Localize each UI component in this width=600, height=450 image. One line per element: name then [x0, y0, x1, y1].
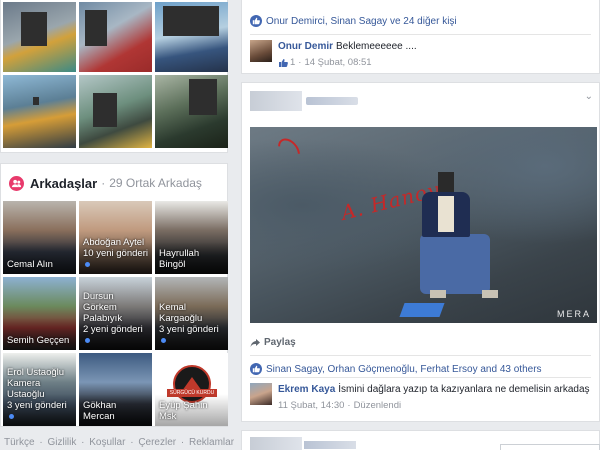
friends-card: Arkadaşlar · 29 Ortak Arkadaş Cemal Alın… [0, 163, 228, 427]
comment-timestamp[interactable]: 14 Şubat, 08:51 [304, 56, 371, 69]
friend-tile[interactable]: Gökhan Mercan [79, 353, 152, 426]
like-icon [250, 363, 262, 375]
friend-tile[interactable]: Kemal Kargaoğlu 3 yeni gönderi [155, 277, 228, 350]
share-label: Paylaş [264, 337, 296, 348]
new-post-dot-icon [85, 261, 90, 267]
comment-text: Beklemeeeeee .... [336, 41, 417, 52]
friend-tile[interactable]: SÜRGÜCÜ KURDU Eyüp Şahin Msk [155, 353, 228, 426]
footer-link-cookies[interactable]: Çerezler [138, 437, 176, 448]
new-post-dot-icon [161, 337, 166, 343]
thumbs-up-icon[interactable] [278, 58, 288, 68]
friends-icon [9, 175, 24, 191]
photo-thumbnail[interactable] [155, 75, 228, 148]
footer-link-ads[interactable]: Reklamlar [189, 437, 234, 448]
friends-separator: · [101, 176, 106, 190]
author-name-redacted[interactable] [306, 97, 358, 105]
avatar[interactable] [250, 383, 272, 405]
friend-name[interactable]: Erol Ustaoğlu Kamera Ustaoğlu 3 yeni gönde… [7, 367, 73, 422]
friends-header: Arkadaşlar · 29 Ortak Arkadaş [9, 174, 202, 192]
share-icon [250, 338, 260, 347]
comment-meta: 11 Şubat, 14:30 · Düzenlendi [278, 399, 402, 412]
new-post-dot-icon [9, 413, 14, 419]
friend-tile[interactable]: Cemal Alın [3, 201, 76, 274]
comment: Onur Demir Beklemeeeeee .... 1 · 14 Şubat… [250, 40, 417, 69]
post-header [250, 91, 358, 111]
friend-name[interactable]: Abdoğan Aytel 10 yeni gönderi [83, 237, 149, 270]
post-photo[interactable]: A. Hanoy MERA [250, 127, 597, 323]
left-column: Arkadaşlar · 29 Ortak Arkadaş Cemal Alın… [0, 0, 234, 450]
comment: Ekrem Kaya İsmini dağlara yazıp ta kazıya… [250, 383, 590, 412]
friend-name[interactable]: Dursun Görkem Palabıyık 2 yeni gönderi [83, 291, 149, 346]
divider [250, 355, 591, 356]
graffiti-smile [273, 134, 305, 166]
footer-link-privacy[interactable]: Gizlilik [47, 437, 76, 448]
person-figure [420, 172, 500, 312]
photo-thumbnail[interactable] [3, 75, 76, 148]
edited-label[interactable]: Düzenlendi [354, 399, 402, 412]
friend-tile[interactable]: Semih Geççen [3, 277, 76, 350]
friend-name[interactable]: Kemal Kargaoğlu 3 yeni gönderi [159, 302, 225, 346]
photo-grid [3, 2, 228, 148]
friend-tile[interactable]: Dursun Görkem Palabıyık 2 yeni gönderi [79, 277, 152, 350]
friend-name[interactable]: Eyüp Şahin Msk [159, 400, 225, 422]
likes-summary[interactable]: Sinan Sagay, Orhan Göçmenoğlu, Ferhat Er… [250, 363, 542, 375]
divider [250, 34, 591, 35]
friend-name[interactable]: Cemal Alın [7, 259, 73, 270]
footer-links: Türkçe · Gizlilik · Koşullar · Çerezler … [4, 437, 235, 448]
chat-tab[interactable] [500, 444, 600, 450]
comment-text: İsmini dağlara yazıp ta kazıyanlara ne d… [338, 384, 590, 395]
divider [250, 377, 591, 378]
friends-title[interactable]: Arkadaşlar [30, 176, 97, 191]
photo-thumbnail[interactable] [155, 2, 228, 72]
likes-summary[interactable]: Onur Demirci, Sinan Sagay ve 24 diğer ki… [250, 14, 457, 28]
chevron-down-icon[interactable]: ⌄ [585, 91, 593, 102]
friend-tile[interactable]: Hayrullah Bingöl [155, 201, 228, 274]
post-card: ⌄ A. Hanoy MERA Paylaş Sinan Sagay, Orha… [241, 82, 600, 422]
comment-author[interactable]: Onur Demir [278, 41, 333, 52]
likes-text[interactable]: Onur Demirci, Sinan Sagay ve 24 diğer ki… [266, 16, 457, 27]
comment-timestamp[interactable]: 11 Şubat, 14:30 [278, 399, 344, 412]
photo-thumbnail[interactable] [79, 2, 152, 72]
comment-meta: 1 · 14 Şubat, 08:51 [278, 56, 417, 69]
likes-text[interactable]: Sinan Sagay, Orhan Göçmenoğlu, Ferhat Er… [266, 364, 542, 375]
new-post-dot-icon [85, 337, 90, 343]
friend-name[interactable]: Gökhan Mercan [83, 400, 149, 422]
photo-thumbnail[interactable] [3, 2, 76, 72]
post-card: Onur Demirci, Sinan Sagay ve 24 diğer ki… [241, 0, 600, 74]
friend-tile[interactable]: Abdoğan Aytel 10 yeni gönderi [79, 201, 152, 274]
avatar[interactable] [250, 91, 302, 111]
comment-like-count[interactable]: 1 [290, 56, 295, 69]
footer-link-language[interactable]: Türkçe [4, 437, 35, 448]
photo-thumbnail[interactable] [79, 75, 152, 148]
friend-tile[interactable]: Erol Ustaoğlu Kamera Ustaoğlu 3 yeni gönde… [3, 353, 76, 426]
friends-grid: Cemal Alın Abdoğan Aytel 10 yeni gönderi … [3, 201, 228, 426]
share-button[interactable]: Paylaş [250, 337, 296, 348]
author-name-redacted[interactable] [304, 441, 356, 449]
friend-name[interactable]: Hayrullah Bingöl [159, 248, 225, 270]
mutual-friends-count[interactable]: 29 Ortak Arkadaş [109, 176, 202, 190]
avatar[interactable] [250, 437, 302, 450]
like-icon [250, 15, 262, 27]
friend-name[interactable]: Semih Geççen [7, 335, 73, 346]
camera-watermark: MERA [556, 309, 591, 319]
photos-card [0, 0, 228, 153]
footer-link-terms[interactable]: Koşullar [89, 437, 125, 448]
avatar[interactable] [250, 40, 272, 62]
comment-author[interactable]: Ekrem Kaya [278, 384, 335, 395]
blue-bag [399, 303, 445, 317]
